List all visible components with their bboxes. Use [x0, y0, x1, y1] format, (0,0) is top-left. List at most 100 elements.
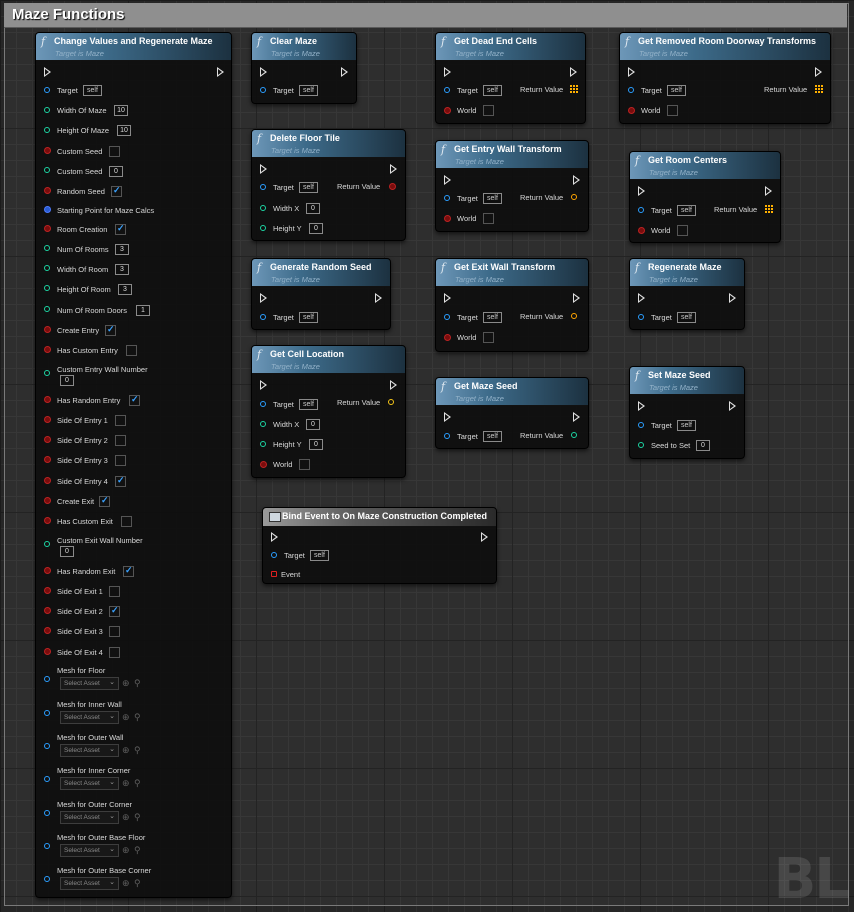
exec-out-pin[interactable]	[481, 532, 488, 542]
bool-pin[interactable]	[44, 567, 51, 574]
target-pin[interactable]	[444, 314, 450, 320]
use-selected-icon[interactable]: ⊕	[122, 878, 130, 888]
return-transform-pin[interactable]	[571, 313, 577, 319]
int-pin[interactable]	[44, 245, 50, 251]
bool-pin[interactable]	[44, 627, 51, 634]
int-pin[interactable]	[44, 541, 50, 547]
bool-pin[interactable]	[44, 326, 51, 333]
bool-pin[interactable]	[44, 607, 51, 614]
int-input[interactable]: 1	[136, 305, 150, 316]
browse-search-icon[interactable]: ⚲	[134, 778, 141, 788]
self-value[interactable]: self	[299, 312, 318, 323]
checkbox[interactable]	[115, 455, 126, 466]
int-input[interactable]: 0	[309, 439, 323, 450]
self-value[interactable]: self	[677, 205, 696, 216]
world-pin[interactable]	[260, 461, 267, 468]
self-value[interactable]: self	[299, 85, 318, 96]
exec-in-pin[interactable]	[444, 293, 451, 303]
node-get-exit-wall-transform[interactable]: f Get Exit Wall Transform Target is Maze…	[435, 258, 589, 352]
target-pin[interactable]	[444, 433, 450, 439]
bool-pin[interactable]	[44, 187, 51, 194]
bool-pin[interactable]	[44, 225, 51, 232]
int-pin[interactable]	[260, 441, 266, 447]
bool-pin[interactable]	[44, 497, 51, 504]
self-value[interactable]: self	[677, 420, 696, 431]
target-pin[interactable]	[260, 184, 266, 190]
world-pin[interactable]	[444, 215, 451, 222]
self-value[interactable]: self	[299, 182, 318, 193]
target-pin[interactable]	[444, 87, 450, 93]
browse-search-icon[interactable]: ⚲	[134, 845, 141, 855]
exec-out-pin[interactable]	[573, 412, 580, 422]
checkbox[interactable]	[109, 647, 120, 658]
int-input[interactable]: 0	[309, 223, 323, 234]
event-delegate-pin[interactable]	[271, 571, 277, 577]
world-pin[interactable]	[638, 227, 645, 234]
exec-in-pin[interactable]	[444, 67, 451, 77]
exec-out-pin[interactable]	[390, 164, 397, 174]
self-value[interactable]: self	[677, 312, 696, 323]
world-checkbox[interactable]	[483, 105, 494, 116]
int-pin[interactable]	[260, 205, 266, 211]
exec-out-pin[interactable]	[765, 186, 772, 196]
comment-title-bar[interactable]: Maze Functions	[4, 3, 847, 28]
return-int-pin[interactable]	[571, 432, 577, 438]
use-selected-icon[interactable]: ⊕	[122, 678, 130, 688]
checkbox[interactable]	[126, 345, 137, 356]
int-pin[interactable]	[44, 265, 50, 271]
target-pin[interactable]	[260, 401, 266, 407]
checkbox[interactable]	[109, 586, 120, 597]
browse-search-icon[interactable]: ⚲	[134, 678, 141, 688]
world-checkbox[interactable]	[483, 332, 494, 343]
exec-out-pin[interactable]	[815, 67, 822, 77]
node-set-maze-seed[interactable]: f Set Maze Seed Target is Maze Target se…	[629, 366, 745, 459]
exec-out-pin[interactable]	[570, 67, 577, 77]
exec-in-pin[interactable]	[260, 67, 267, 77]
select-asset-dropdown[interactable]: Select Asset ⌄	[60, 677, 119, 690]
use-selected-icon[interactable]: ⊕	[122, 712, 130, 722]
bool-pin[interactable]	[44, 346, 51, 353]
checkbox[interactable]	[129, 394, 140, 406]
self-value[interactable]: self	[483, 312, 502, 323]
exec-in-pin[interactable]	[271, 532, 278, 542]
select-asset-dropdown[interactable]: Select Asset ⌄	[60, 844, 119, 857]
world-pin[interactable]	[444, 107, 451, 114]
exec-in-pin[interactable]	[638, 293, 645, 303]
int-pin[interactable]	[44, 285, 50, 291]
node-get-room-centers[interactable]: f Get Room Centers Target is Maze Target…	[629, 151, 781, 243]
exec-in-pin[interactable]	[628, 67, 635, 77]
node-clear-maze[interactable]: f Clear Maze Target is Maze Target self	[251, 32, 357, 104]
target-pin[interactable]	[260, 314, 266, 320]
bool-pin[interactable]	[44, 477, 51, 484]
checkbox[interactable]	[111, 185, 122, 197]
use-selected-icon[interactable]: ⊕	[122, 812, 130, 822]
world-checkbox[interactable]	[299, 459, 310, 470]
int-input[interactable]: 10	[117, 125, 131, 136]
mesh-pin[interactable]	[44, 843, 50, 849]
int-pin[interactable]	[260, 421, 266, 427]
int-input[interactable]: 0	[306, 203, 320, 214]
bool-pin[interactable]	[44, 587, 51, 594]
target-pin[interactable]	[628, 87, 634, 93]
use-selected-icon[interactable]: ⊕	[122, 778, 130, 788]
int-input[interactable]: 0	[60, 375, 74, 386]
exec-out-pin[interactable]	[729, 401, 736, 411]
int-input[interactable]: 3	[118, 284, 132, 295]
world-checkbox[interactable]	[483, 213, 494, 224]
exec-in-pin[interactable]	[638, 186, 645, 196]
mesh-pin[interactable]	[44, 810, 50, 816]
exec-in-pin[interactable]	[444, 175, 451, 185]
bool-pin[interactable]	[44, 517, 51, 524]
int-pin[interactable]	[44, 107, 50, 113]
bool-pin[interactable]	[44, 648, 51, 655]
target-pin[interactable]	[260, 87, 266, 93]
self-value[interactable]: self	[667, 85, 686, 96]
target-pin[interactable]	[444, 195, 450, 201]
use-selected-icon[interactable]: ⊕	[122, 745, 130, 755]
exec-in-pin[interactable]	[444, 412, 451, 422]
return-bool-pin[interactable]	[389, 183, 396, 190]
checkbox[interactable]	[115, 223, 126, 235]
int-input[interactable]: 0	[60, 546, 74, 557]
exec-in-pin[interactable]	[260, 164, 267, 174]
int-input[interactable]: 10	[114, 105, 128, 116]
